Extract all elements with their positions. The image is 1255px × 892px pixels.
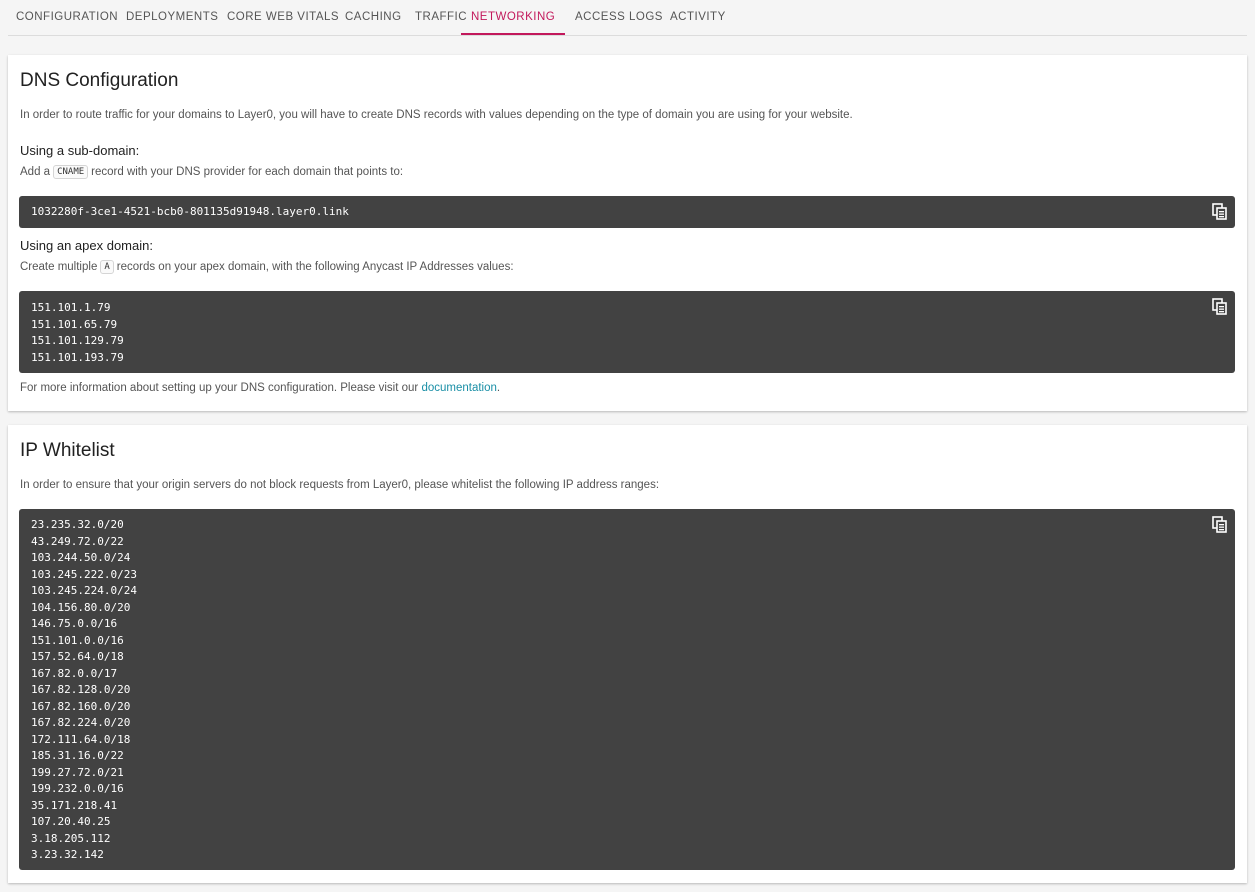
apex-text-before: Create multiple <box>20 261 98 273</box>
copy-icon[interactable] <box>1212 203 1228 221</box>
tab-networking[interactable]: NETWORKING <box>461 0 566 35</box>
dns-footer-period: . <box>496 382 501 394</box>
dns-intro-text: In order to route traffic for your domai… <box>20 109 853 121</box>
tab-caching[interactable]: CACHING <box>345 0 402 35</box>
whitelist-intro-text: In order to ensure that your origin serv… <box>20 479 660 491</box>
ip-range: 35.171.218.41 <box>31 798 118 812</box>
apex-ip: 151.101.65.79 <box>31 317 118 331</box>
dns-configuration-card: DNS Configuration In order to route traf… <box>8 55 1247 411</box>
ip-range: 103.244.50.0/24 <box>31 551 131 564</box>
subdomain-heading: Using a sub-domain: <box>20 143 140 158</box>
ip-range: 103.245.224.0/24 <box>31 584 137 597</box>
cname-code-block: 1032280f-3ce1-4521-bcb0-801135d91948.lay… <box>19 196 1235 228</box>
dns-card-title: DNS Configuration <box>20 70 179 91</box>
documentation-link[interactable]: documentation <box>421 382 496 394</box>
a-record-code-badge: A <box>100 260 114 274</box>
ip-range: 167.82.224.0/20 <box>31 716 131 729</box>
ip-range: 185.31.16.0/22 <box>31 749 124 762</box>
ip-range: 167.82.128.0/20 <box>31 683 131 696</box>
ip-range: 146.75.0.0/16 <box>31 617 118 630</box>
whitelist-code-block: 23.235.32.0/20 43.249.72.0/22 103.244.50… <box>19 509 1235 870</box>
ip-range: 104.156.80.0/20 <box>31 600 131 614</box>
ip-range: 167.82.0.0/17 <box>31 666 118 680</box>
dns-footer-prefix: For more information about setting up yo… <box>20 382 419 394</box>
subdomain-text-after: record with your DNS provider for each d… <box>91 166 404 178</box>
copy-icon[interactable] <box>1212 516 1228 534</box>
tab-core-web-vitals[interactable]: CORE WEB VITALS <box>227 0 339 35</box>
apex-text-after: records on your apex domain, with the fo… <box>116 261 514 273</box>
tab-bar: CONFIGURATION DEPLOYMENTS CORE WEB VITAL… <box>8 0 1247 36</box>
ip-range: 199.27.72.0/21 <box>31 765 124 779</box>
tab-deployments[interactable]: DEPLOYMENTS <box>126 0 218 35</box>
dns-footer-text: For more information about setting up yo… <box>20 382 500 394</box>
tab-activity[interactable]: ACTIVITY <box>670 0 726 35</box>
cname-code-badge: CNAME <box>53 165 89 179</box>
apex-ip-code-block: 151.101.1.79 151.101.65.79 151.101.129.7… <box>19 291 1235 373</box>
ip-range: 199.232.0.0/16 <box>31 782 124 795</box>
apex-heading: Using an apex domain: <box>20 238 153 253</box>
apex-instructions: Create multiple Arecords on your apex dom… <box>20 260 514 274</box>
ip-range: 107.20.40.25 <box>31 815 111 828</box>
ip-range: 3.18.205.112 <box>31 831 111 845</box>
subdomain-text-before: Add a <box>20 166 51 178</box>
subdomain-instructions: Add a CNAME record with your DNS provider … <box>20 165 403 179</box>
ip-whitelist-card: IP Whitelist In order to ensure that you… <box>8 425 1247 883</box>
ip-range: 43.249.72.0/22 <box>31 534 124 548</box>
cname-value: 1032280f-3ce1-4521-bcb0-801135d91948.lay… <box>31 205 349 218</box>
tab-traffic[interactable]: TRAFFIC <box>415 0 467 35</box>
ip-range: 103.245.222.0/23 <box>31 567 137 581</box>
ip-range: 172.111.64.0/18 <box>31 732 131 746</box>
ip-range: 3.23.32.142 <box>31 848 104 861</box>
ip-range: 167.82.160.0/20 <box>31 699 131 713</box>
tab-access-logs[interactable]: ACCESS LOGS <box>575 0 663 35</box>
copy-icon[interactable] <box>1212 298 1228 316</box>
whitelist-card-title: IP Whitelist <box>20 440 115 461</box>
tab-configuration[interactable]: CONFIGURATION <box>16 0 118 35</box>
apex-ip: 151.101.193.79 <box>31 350 124 364</box>
ip-range: 151.101.0.0/16 <box>31 633 124 647</box>
ip-range: 157.52.64.0/18 <box>31 650 124 663</box>
ip-range: 23.235.32.0/20 <box>31 518 124 531</box>
apex-ip: 151.101.1.79 <box>31 301 111 314</box>
apex-ip: 151.101.129.79 <box>31 334 124 347</box>
